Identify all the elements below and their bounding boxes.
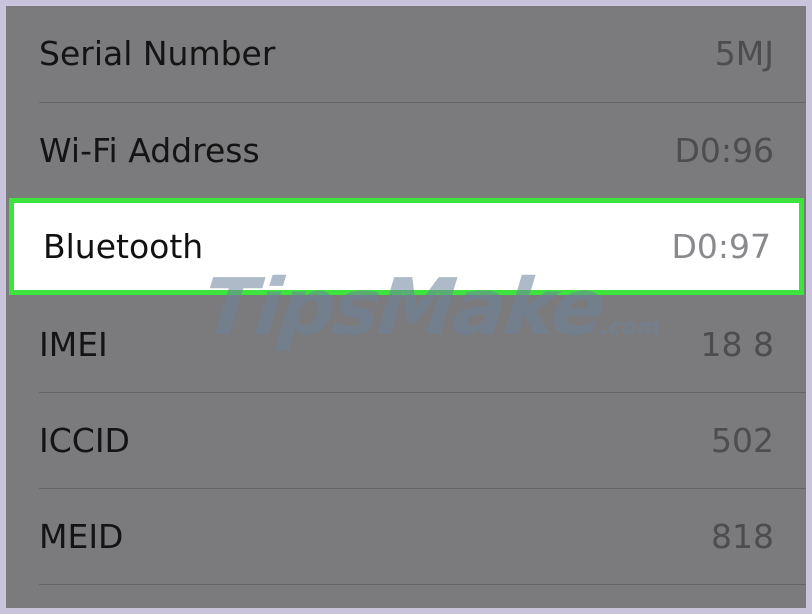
about-settings-list: Serial Number 5MJ Wi-Fi Address D0:96 Bl…	[6, 6, 806, 608]
wifi-address-value: D0:96	[674, 131, 774, 170]
iccid-value: 502	[711, 421, 774, 460]
row-wifi-address[interactable]: Wi-Fi Address D0:96	[6, 103, 806, 199]
wifi-address-label: Wi-Fi Address	[39, 131, 260, 170]
row-divider	[39, 584, 806, 585]
bluetooth-label: Bluetooth	[43, 227, 204, 266]
row-meid[interactable]: MEID 818	[6, 489, 806, 585]
bluetooth-value: D0:97	[671, 227, 771, 266]
serial-number-value: 5MJ	[714, 34, 774, 73]
serial-number-label: Serial Number	[39, 34, 276, 73]
meid-value: 818	[711, 517, 774, 556]
row-iccid[interactable]: ICCID 502	[6, 393, 806, 489]
iccid-label: ICCID	[39, 421, 130, 460]
row-bluetooth-highlighted[interactable]: Bluetooth D0:97	[9, 198, 804, 295]
imei-label: IMEI	[39, 325, 108, 364]
row-imei[interactable]: IMEI 18 8	[6, 297, 806, 393]
meid-label: MEID	[39, 517, 124, 556]
row-serial-number[interactable]: Serial Number 5MJ	[6, 6, 806, 102]
imei-value: 18 8	[700, 325, 774, 364]
